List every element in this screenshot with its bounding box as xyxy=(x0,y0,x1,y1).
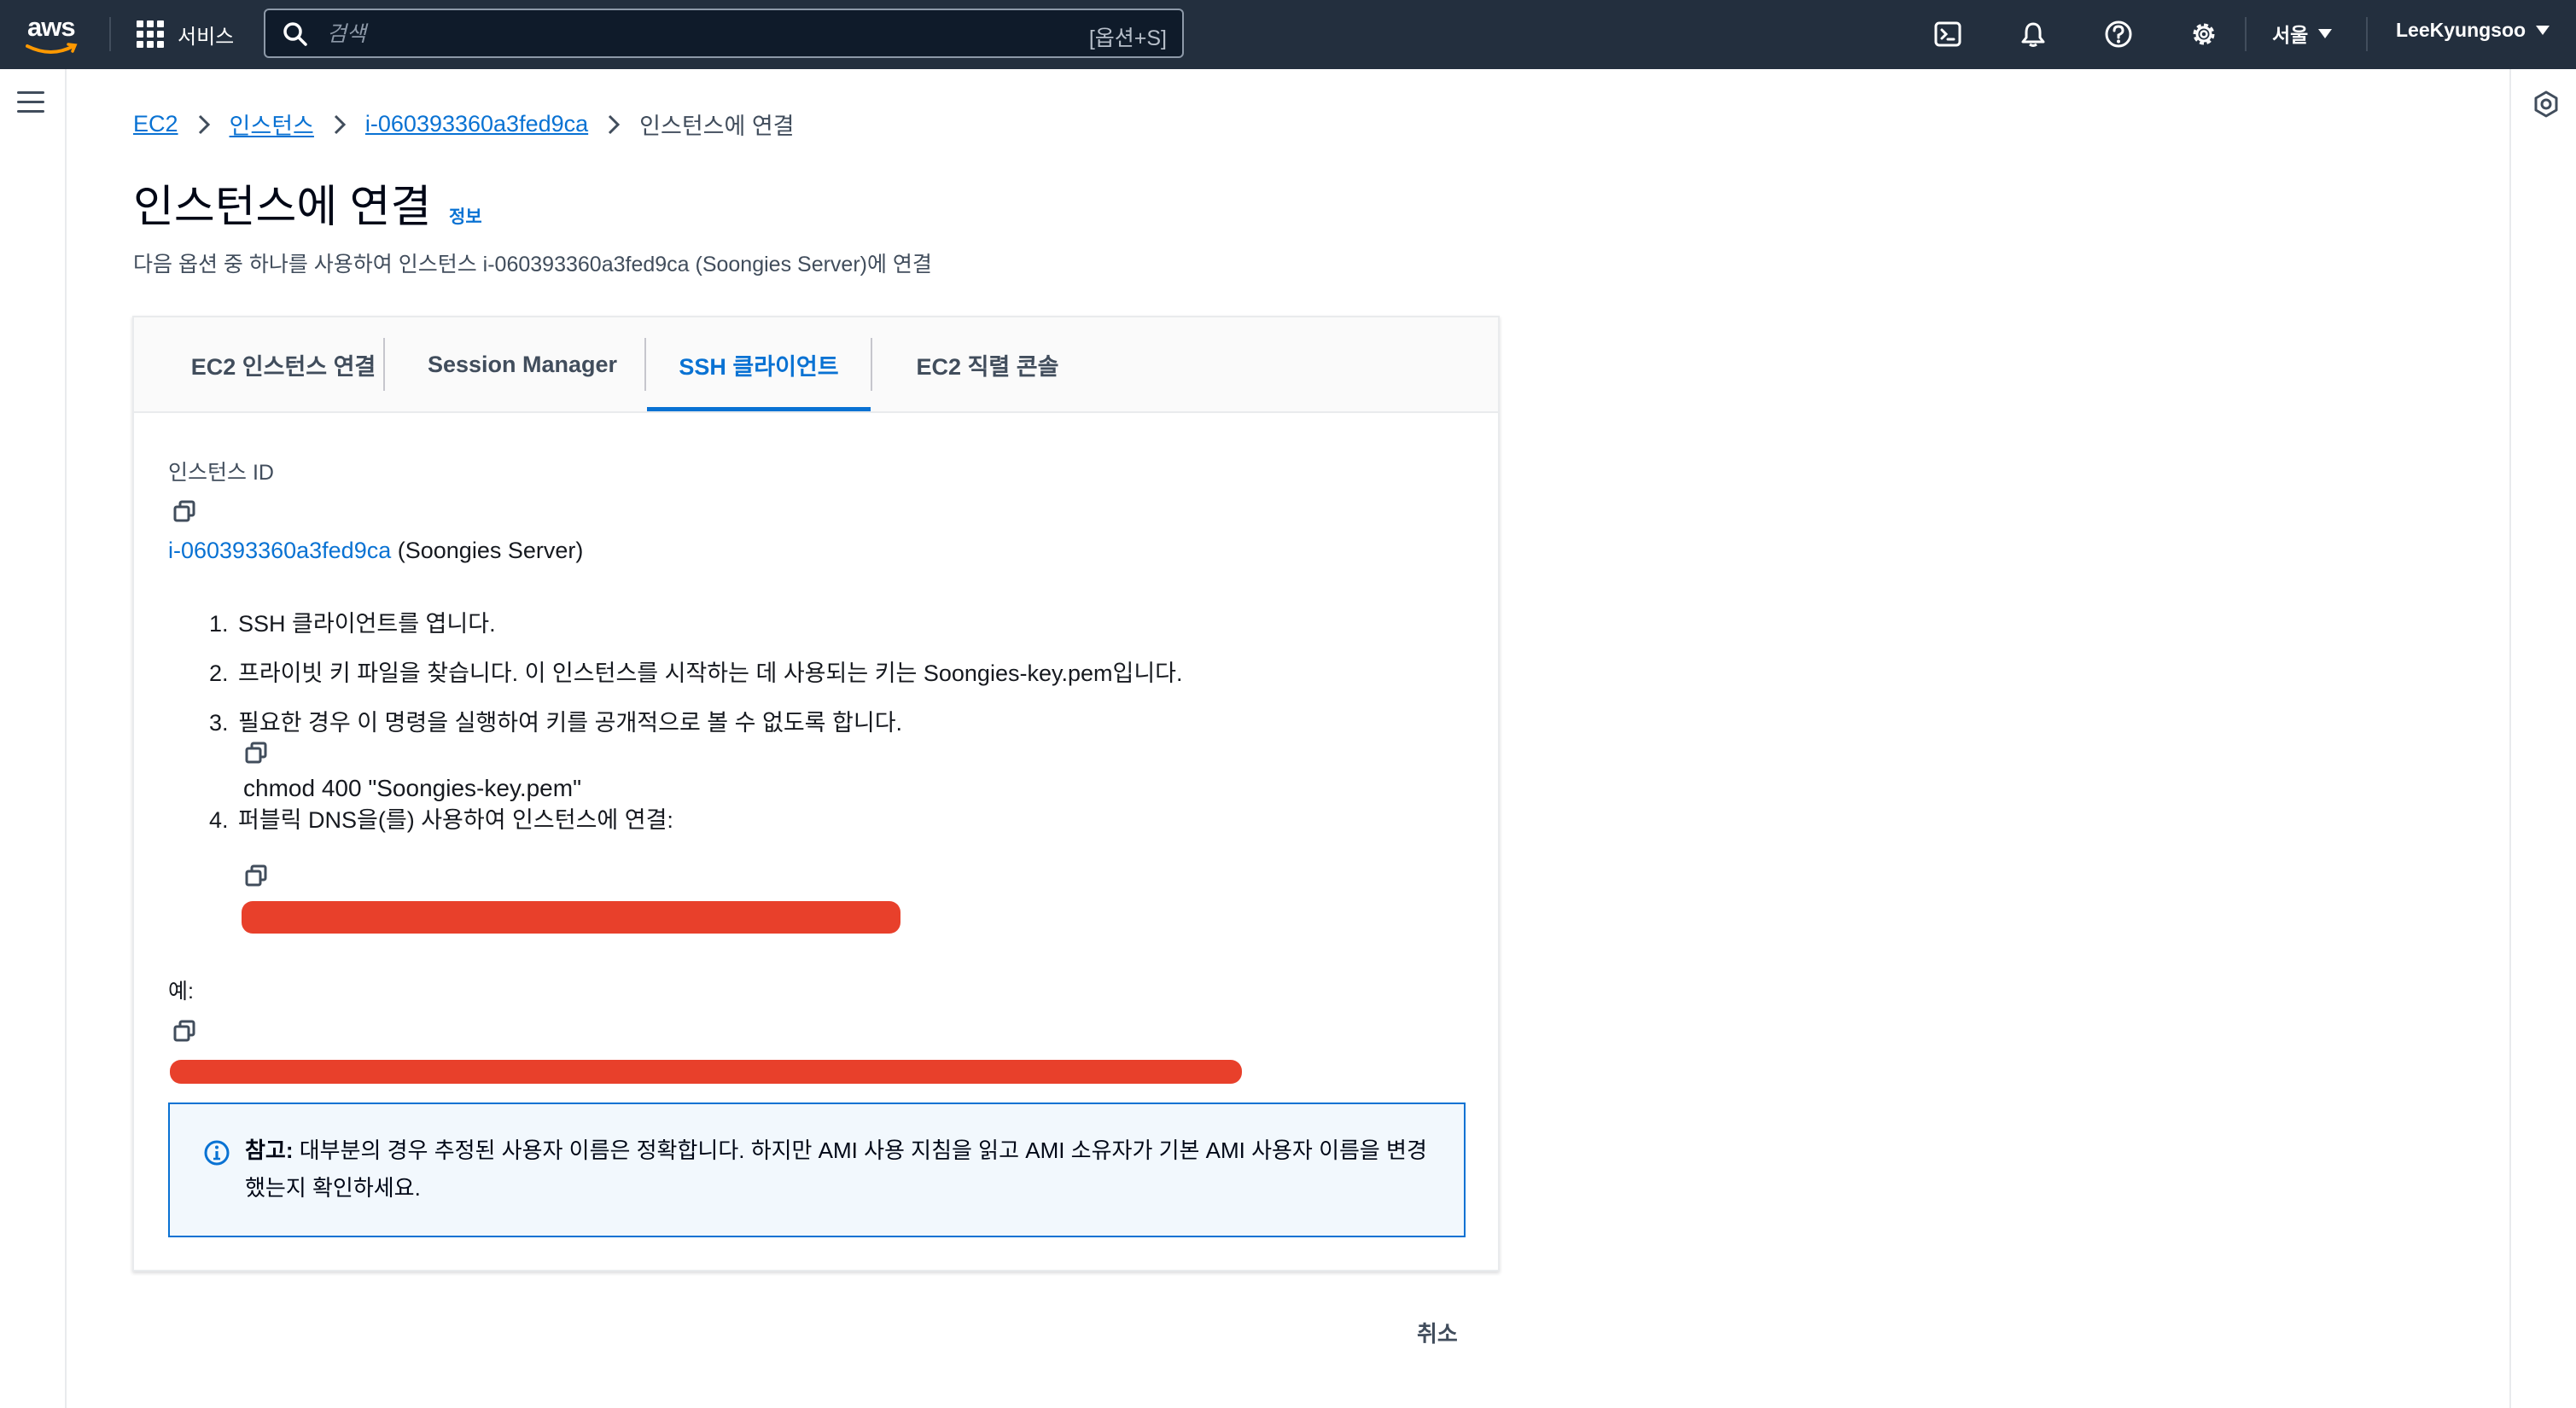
tab-ec2-instance-connect[interactable]: EC2 인스턴스 연결 xyxy=(168,317,399,411)
chevron-right-icon xyxy=(197,113,211,136)
search-icon xyxy=(283,22,307,46)
ssh-steps: 1. SSH 클라이언트를 엽니다. 2. 프라이빗 키 파일을 찾습니다. 이 인… xyxy=(209,599,1183,748)
note-text: 참고: 대부분의 경우 추정된 사용자 이름은 정확합니다. 하지만 AMI 사… xyxy=(245,1132,1440,1207)
cloudshell-icon xyxy=(1934,21,1961,47)
settings-button[interactable] xyxy=(2187,17,2221,51)
caret-down-icon xyxy=(2536,26,2550,35)
cancel-button[interactable]: 취소 xyxy=(1417,1317,1458,1348)
note-alert: 참고: 대부분의 경우 추정된 사용자 이름은 정확합니다. 하지만 AMI 사… xyxy=(168,1103,1466,1237)
notifications-button[interactable] xyxy=(2016,17,2050,51)
services-label: 서비스 xyxy=(178,25,235,49)
services-menu-button[interactable]: 서비스 xyxy=(137,17,234,51)
search-input[interactable] xyxy=(325,17,1011,51)
left-side-panel xyxy=(0,69,67,1408)
top-navigation: aws 서비스 [옵션+S] xyxy=(0,0,2576,69)
redacted-ssh-command xyxy=(242,901,900,934)
menu-toggle-button[interactable] xyxy=(17,91,44,113)
instance-name: (Soongies Server) xyxy=(397,538,584,563)
account-menu[interactable]: LeeKyungsoo xyxy=(2396,19,2550,42)
list-item: 3. 필요한 경우 이 명령을 실행하여 키를 공개적으로 볼 수 없도록 합니다… xyxy=(209,710,903,736)
region-selector[interactable]: 서울 xyxy=(2272,19,2333,48)
connect-tabs: EC2 인스턴스 연결 Session Manager SSH 클라이언트 EC… xyxy=(134,317,1498,413)
copy-icon[interactable] xyxy=(243,741,269,766)
tab-session-manager[interactable]: Session Manager xyxy=(399,317,646,411)
chevron-right-icon xyxy=(333,113,347,136)
chevron-right-icon xyxy=(607,113,621,136)
gear-icon xyxy=(2193,23,2215,45)
page-title: 인스턴스에 연결 xyxy=(133,183,432,232)
list-item: 1. SSH 클라이언트를 엽니다. xyxy=(209,611,496,637)
search-bar[interactable]: [옵션+S] xyxy=(264,9,1184,58)
copy-icon[interactable] xyxy=(172,1019,197,1044)
breadcrumb-current: 인스턴스에 연결 xyxy=(639,113,795,139)
cloudshell-button[interactable] xyxy=(1931,17,1965,51)
help-button[interactable] xyxy=(2101,17,2136,51)
region-label: 서울 xyxy=(2272,24,2309,46)
note-label: 참고: xyxy=(245,1137,294,1163)
bell-icon xyxy=(2021,22,2045,47)
page-subtitle: 다음 옵션 중 하나를 사용하여 인스턴스 i-060393360a3fed9c… xyxy=(133,253,932,276)
search-shortcut-hint: [옵션+S] xyxy=(1088,26,1167,50)
right-side-panel xyxy=(2509,69,2576,1408)
nav-divider xyxy=(2245,17,2247,51)
redacted-example-command xyxy=(170,1060,1242,1084)
breadcrumb-instances[interactable]: 인스턴스 xyxy=(230,108,314,141)
info-link[interactable]: 정보 xyxy=(449,203,482,229)
instance-id-value: i-060393360a3fed9ca (Soongies Server) xyxy=(168,538,583,564)
aws-smile-icon xyxy=(26,43,78,54)
tab-ssh-client[interactable]: SSH 클라이언트 xyxy=(647,317,871,411)
tab-divider xyxy=(644,338,646,391)
list-item: 2. 프라이빗 키 파일을 찾습니다. 이 인스턴스를 시작하는 데 사용되는 키… xyxy=(209,660,1183,686)
caret-down-icon xyxy=(2318,28,2333,38)
nav-divider xyxy=(109,17,111,51)
copy-icon[interactable] xyxy=(243,864,269,889)
tab-ec2-serial-console[interactable]: EC2 직렬 콘솔 xyxy=(872,317,1103,411)
help-icon xyxy=(2105,20,2132,48)
breadcrumb-instance-id[interactable]: i-060393360a3fed9ca xyxy=(365,111,588,137)
breadcrumb: EC2 인스턴스 i-060393360a3fed9ca 인스턴스에 연결 xyxy=(133,108,795,141)
grid-icon xyxy=(137,20,164,48)
list-item: 4. 퍼블릭 DNS을(를) 사용하여 인스턴스에 연결: xyxy=(209,807,673,833)
nav-divider xyxy=(2366,17,2368,51)
hexagon-info-icon[interactable] xyxy=(2532,90,2561,119)
copy-icon[interactable] xyxy=(172,499,197,525)
aws-logo-text: aws xyxy=(27,12,76,42)
example-label: 예: xyxy=(168,980,194,1004)
breadcrumb-ec2[interactable]: EC2 xyxy=(133,111,178,137)
aws-logo[interactable]: aws xyxy=(26,12,85,55)
tab-divider xyxy=(383,338,385,391)
account-name: LeeKyungsoo xyxy=(2396,19,2526,41)
info-circle-icon xyxy=(204,1140,230,1166)
note-body: 대부분의 경우 추정된 사용자 이름은 정확합니다. 하지만 AMI 사용 지침… xyxy=(245,1137,1427,1201)
instance-id-link[interactable]: i-060393360a3fed9ca xyxy=(168,538,391,563)
connect-panel: EC2 인스턴스 연결 Session Manager SSH 클라이언트 EC… xyxy=(132,316,1500,1271)
instance-id-label: 인스턴스 ID xyxy=(168,461,274,485)
ssh-steps-cont: 4. 퍼블릭 DNS을(를) 사용하여 인스턴스에 연결: xyxy=(209,795,673,845)
